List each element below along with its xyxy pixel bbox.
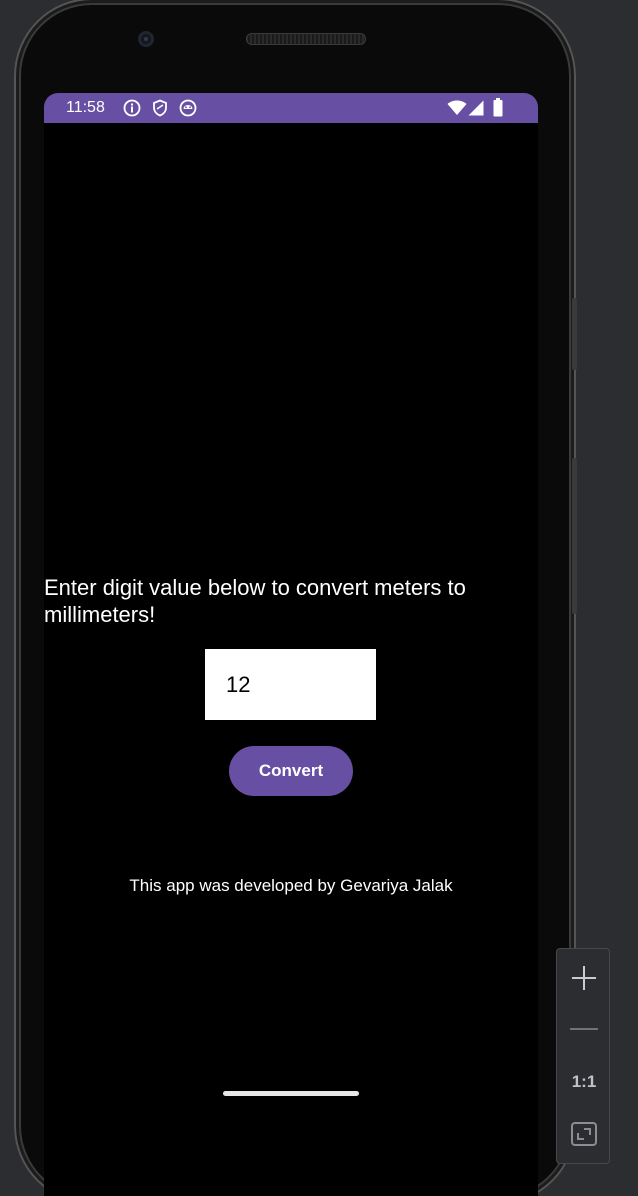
status-bar: 11:58	[44, 93, 538, 123]
info-icon	[123, 99, 141, 122]
convert-button[interactable]: Convert	[229, 746, 353, 796]
signal-icon	[468, 100, 484, 121]
device-screen[interactable]: 11:58 Enter digit value below to convert…	[44, 93, 538, 1196]
front-camera	[138, 31, 154, 47]
power-button	[572, 298, 577, 370]
meters-input[interactable]	[205, 649, 376, 720]
conversion-prompt: Enter digit value below to convert meter…	[44, 575, 466, 627]
zoom-toolbar: 1:1	[556, 948, 610, 1164]
fit-screen-icon[interactable]	[557, 1109, 611, 1159]
status-time: 11:58	[66, 99, 105, 116]
wifi-icon	[447, 100, 467, 121]
actual-size-button[interactable]: 1:1	[557, 1057, 611, 1107]
volume-button	[572, 458, 577, 614]
emulator-window: 11:58 Enter digit value below to convert…	[0, 0, 638, 1196]
shield-icon	[151, 99, 169, 122]
android-icon	[179, 99, 197, 122]
zoom-in-icon[interactable]	[557, 953, 611, 1003]
battery-icon	[493, 98, 503, 122]
actual-size-label: 1:1	[571, 1072, 597, 1091]
home-gesture-bar[interactable]	[223, 1091, 359, 1096]
developer-credit: This app was developed by Gevariya Jalak	[129, 876, 453, 895]
zoom-out-icon[interactable]	[557, 1004, 611, 1054]
earpiece-speaker	[246, 33, 366, 45]
